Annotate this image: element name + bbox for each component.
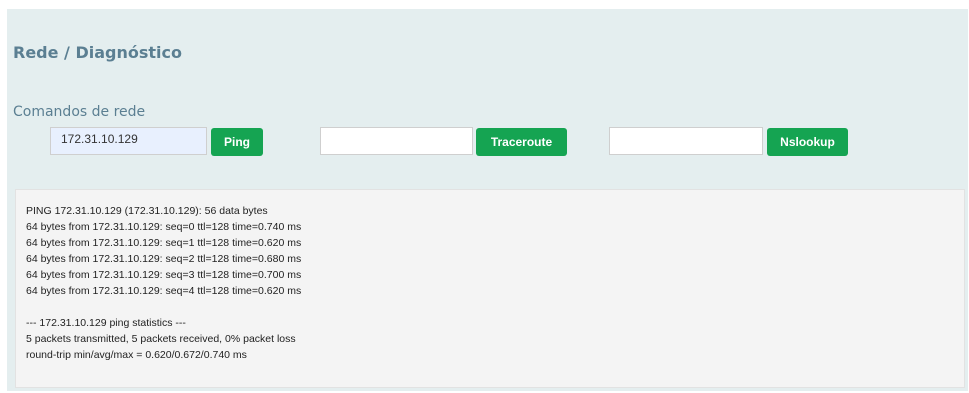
output-line: PING 172.31.10.129 (172.31.10.129): 56 d… <box>26 205 268 217</box>
traceroute-host-input[interactable] <box>320 127 473 155</box>
nslookup-host-input[interactable] <box>609 127 763 155</box>
output-line: 64 bytes from 172.31.10.129: seq=2 ttl=1… <box>26 253 302 265</box>
traceroute-button[interactable]: Traceroute <box>476 128 567 156</box>
command-output: PING 172.31.10.129 (172.31.10.129): 56 d… <box>15 189 965 388</box>
output-line: 64 bytes from 172.31.10.129: seq=3 ttl=1… <box>26 269 302 281</box>
output-line: 64 bytes from 172.31.10.129: seq=0 ttl=1… <box>26 221 302 233</box>
ping-host-input[interactable] <box>50 127 207 155</box>
output-line: 64 bytes from 172.31.10.129: seq=4 ttl=1… <box>26 285 302 297</box>
output-line: round-trip min/avg/max = 0.620/0.672/0.7… <box>26 349 247 361</box>
output-line: --- 172.31.10.129 ping statistics --- <box>26 317 186 329</box>
page-title: Rede / Diagnóstico <box>13 43 182 62</box>
section-label-network-commands: Comandos de rede <box>13 104 146 120</box>
ping-button[interactable]: Ping <box>211 128 263 156</box>
output-line: 64 bytes from 172.31.10.129: seq=1 ttl=1… <box>26 237 302 249</box>
output-line: 5 packets transmitted, 5 packets receive… <box>26 333 296 345</box>
nslookup-button[interactable]: Nslookup <box>767 128 848 156</box>
